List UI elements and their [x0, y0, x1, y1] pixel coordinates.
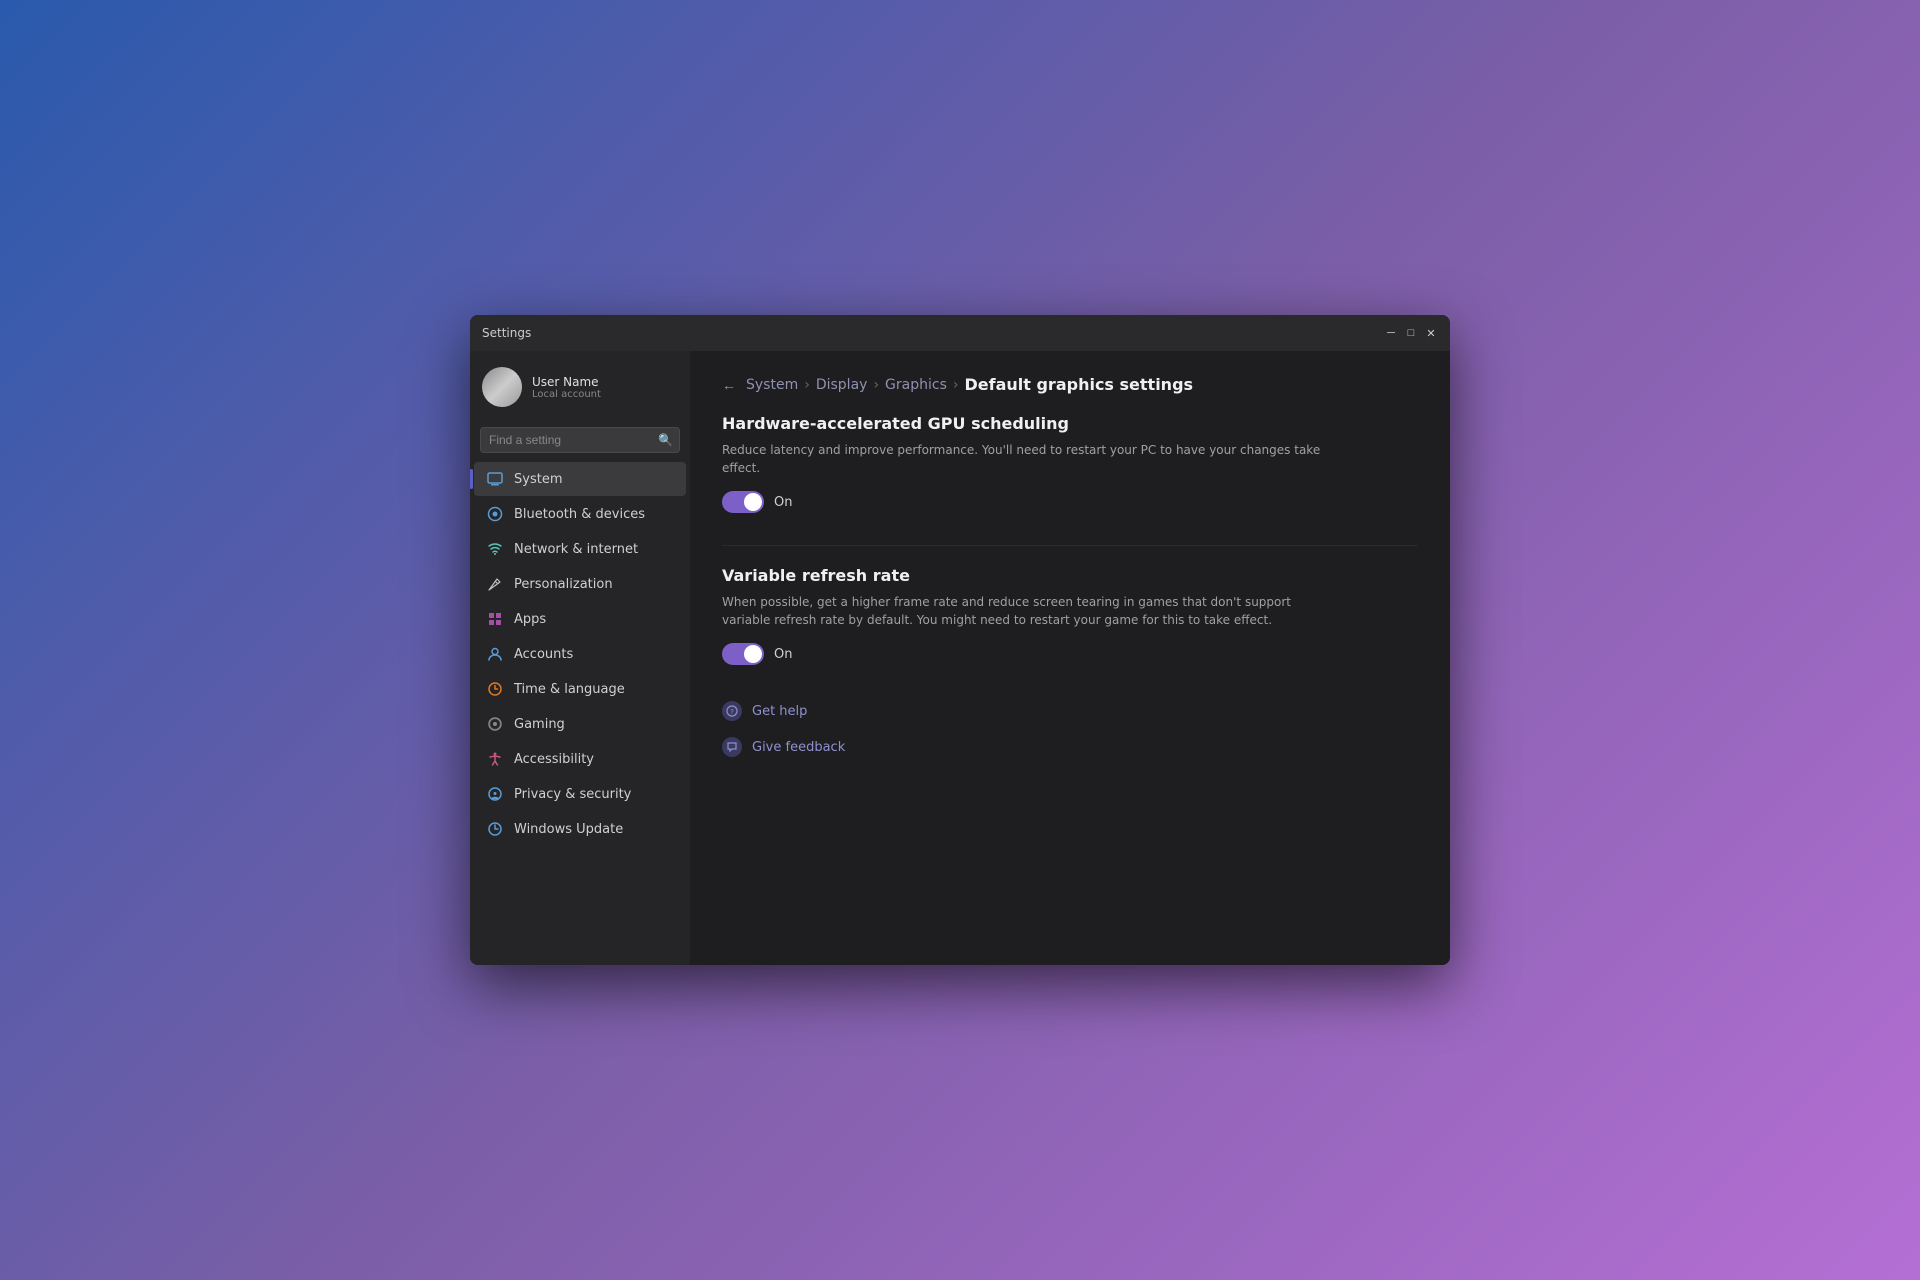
sidebar: User Name Local account 🔍 System — [470, 351, 690, 965]
window-title: Settings — [482, 326, 1384, 340]
sidebar-item-accounts[interactable]: Accounts — [474, 637, 686, 671]
gpu-scheduling-toggle[interactable] — [722, 491, 764, 513]
variable-refresh-desc: When possible, get a higher frame rate a… — [722, 593, 1322, 629]
settings-window: Settings ─ □ ✕ User Name Local account 🔍 — [470, 315, 1450, 965]
sidebar-label-accounts: Accounts — [514, 647, 573, 662]
gpu-scheduling-toggle-label: On — [774, 495, 792, 510]
breadcrumb-sep-3: › — [953, 377, 959, 393]
titlebar: Settings ─ □ ✕ — [470, 315, 1450, 351]
sidebar-item-personalization[interactable]: Personalization — [474, 567, 686, 601]
sidebar-item-network[interactable]: Network & internet — [474, 532, 686, 566]
sidebar-item-accessibility[interactable]: Accessibility — [474, 742, 686, 776]
apps-icon — [486, 610, 504, 628]
avatar-image — [482, 367, 522, 407]
minimize-button[interactable]: ─ — [1384, 326, 1398, 340]
sidebar-label-network: Network & internet — [514, 542, 638, 557]
get-help-icon: ? — [722, 701, 742, 721]
help-section: ? Get help Give feedback — [722, 697, 1418, 761]
update-icon — [486, 820, 504, 838]
back-button[interactable]: ← — [722, 377, 736, 393]
sidebar-label-time: Time & language — [514, 682, 625, 697]
gaming-icon — [486, 715, 504, 733]
personalization-icon — [486, 575, 504, 593]
sidebar-item-system[interactable]: System — [474, 462, 686, 496]
sidebar-item-gaming[interactable]: Gaming — [474, 707, 686, 741]
give-feedback-icon — [722, 737, 742, 757]
avatar — [482, 367, 522, 407]
accounts-icon — [486, 645, 504, 663]
user-info: User Name Local account — [532, 375, 601, 400]
variable-refresh-section: Variable refresh rate When possible, get… — [722, 566, 1418, 665]
sidebar-label-update: Windows Update — [514, 822, 623, 837]
sidebar-label-system: System — [514, 472, 562, 487]
bluetooth-icon — [486, 505, 504, 523]
user-profile: User Name Local account — [470, 351, 690, 423]
time-icon — [486, 680, 504, 698]
search-icon: 🔍 — [658, 433, 673, 447]
give-feedback-link[interactable]: Give feedback — [722, 733, 1418, 761]
user-name: User Name — [532, 375, 601, 389]
breadcrumb-sep-1: › — [804, 377, 810, 393]
gpu-scheduling-desc: Reduce latency and improve performance. … — [722, 441, 1322, 477]
main-layout: User Name Local account 🔍 System — [470, 351, 1450, 965]
svg-text:?: ? — [730, 708, 734, 716]
privacy-icon — [486, 785, 504, 803]
gpu-scheduling-toggle-row: On — [722, 491, 1418, 513]
get-help-label: Get help — [752, 704, 807, 719]
breadcrumb: ← System › Display › Graphics › Default … — [722, 375, 1418, 394]
nav-items: System Bluetooth & devices Network & int… — [470, 461, 690, 965]
sidebar-item-apps[interactable]: Apps — [474, 602, 686, 636]
sidebar-label-personalization: Personalization — [514, 577, 613, 592]
system-icon — [486, 470, 504, 488]
variable-refresh-toggle-row: On — [722, 643, 1418, 665]
user-subtitle: Local account — [532, 389, 601, 400]
sidebar-label-apps: Apps — [514, 612, 546, 627]
search-box[interactable]: 🔍 — [480, 427, 680, 453]
breadcrumb-display[interactable]: Display — [816, 377, 868, 393]
gpu-scheduling-title: Hardware-accelerated GPU scheduling — [722, 414, 1418, 433]
breadcrumb-graphics[interactable]: Graphics — [885, 377, 947, 393]
content-area: ← System › Display › Graphics › Default … — [690, 351, 1450, 965]
breadcrumb-sep-2: › — [873, 377, 879, 393]
sidebar-item-update[interactable]: Windows Update — [474, 812, 686, 846]
variable-refresh-title: Variable refresh rate — [722, 566, 1418, 585]
search-input[interactable] — [480, 427, 680, 453]
sidebar-label-accessibility: Accessibility — [514, 752, 594, 767]
give-feedback-label: Give feedback — [752, 740, 845, 755]
sidebar-label-gaming: Gaming — [514, 717, 565, 732]
page-title: Default graphics settings — [964, 375, 1193, 394]
close-button[interactable]: ✕ — [1424, 326, 1438, 340]
window-controls: ─ □ ✕ — [1384, 326, 1438, 340]
maximize-button[interactable]: □ — [1404, 326, 1418, 340]
sidebar-label-bluetooth: Bluetooth & devices — [514, 507, 645, 522]
network-icon — [486, 540, 504, 558]
variable-refresh-toggle-label: On — [774, 647, 792, 662]
gpu-scheduling-section: Hardware-accelerated GPU scheduling Redu… — [722, 414, 1418, 513]
get-help-link[interactable]: ? Get help — [722, 697, 1418, 725]
sidebar-item-privacy[interactable]: Privacy & security — [474, 777, 686, 811]
variable-refresh-toggle[interactable] — [722, 643, 764, 665]
accessibility-icon — [486, 750, 504, 768]
sidebar-label-privacy: Privacy & security — [514, 787, 631, 802]
breadcrumb-system[interactable]: System — [746, 377, 798, 393]
section-divider — [722, 545, 1418, 546]
sidebar-item-bluetooth[interactable]: Bluetooth & devices — [474, 497, 686, 531]
sidebar-item-time[interactable]: Time & language — [474, 672, 686, 706]
